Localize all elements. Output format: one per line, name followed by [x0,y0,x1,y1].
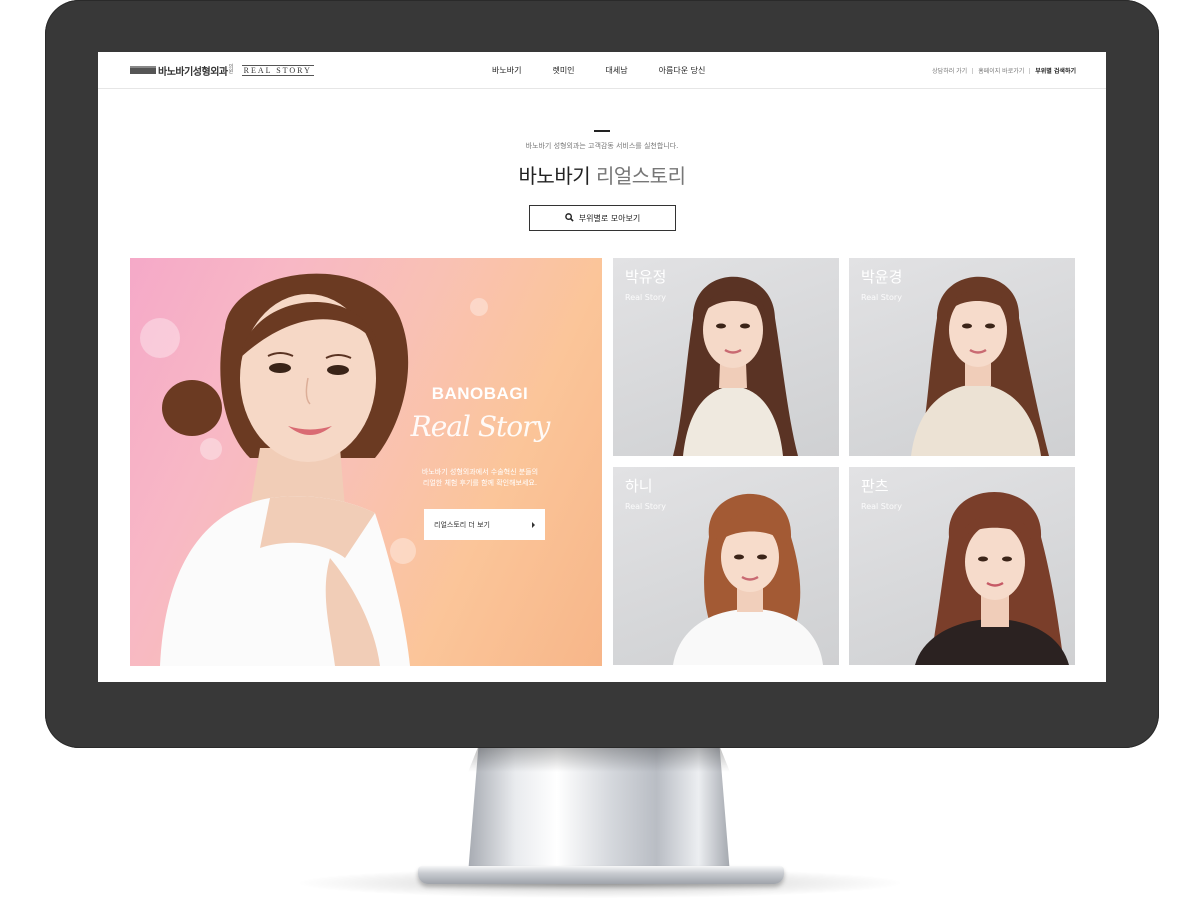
util-homepage-link[interactable]: 홈페이지 바로가기 [978,66,1024,75]
story-card-parkyungyeong[interactable]: 박윤경 Real Story [849,258,1075,456]
logo-mark-icon [130,66,156,74]
hero-brand: BANOBAGI [431,384,529,403]
story-card-photo [915,492,1069,665]
monitor-screen: 바노바기성형외과 의원 REAL STORY 바노바기 렛미인 대세남 아름다운… [98,52,1106,682]
hero-bokeh [140,318,180,358]
story-card-name: 하니 [625,477,653,495]
util-divider [1029,67,1031,74]
arrow-right-icon [532,521,535,528]
logo-text: 바노바기성형외과 [158,66,228,78]
story-card-tag: Real Story [625,502,666,511]
story-card-photo [673,276,798,456]
site-header: 바노바기성형외과 의원 REAL STORY 바노바기 렛미인 대세남 아름다운… [98,52,1106,89]
hero-script-title: Real Story [410,410,551,443]
intro-subtitle: 바노바기 성형외과는 고객감동 서비스를 실천합니다. [525,142,679,150]
hero-model-photo [160,273,410,666]
nav-item-banobagi[interactable]: 바노바기 [492,65,521,76]
story-card-tag: Real Story [625,293,666,302]
story-card-photo [911,276,1049,456]
story-card-tag: Real Story [861,293,902,302]
util-divider [972,67,974,74]
util-search-link[interactable]: 부위별 검색하기 [1035,66,1076,75]
collect-by-area-button[interactable]: 부위별로 모아보기 [529,205,676,231]
hero-bokeh [200,438,222,460]
story-card-name: 박유정 [625,268,667,286]
story-card-pancheu[interactable]: 판츠 Real Story [849,467,1075,665]
more-real-story-label: 리얼스토리 더 보기 [434,520,490,529]
collect-button-label: 부위별로 모아보기 [578,213,641,223]
page-title-bold: 바노바기 [518,164,591,188]
story-card-name: 박윤경 [861,268,903,286]
site-logo[interactable]: 바노바기성형외과 의원 REAL STORY [130,63,314,78]
util-consult-link[interactable]: 상담하러 가기 [932,66,967,75]
hero-desc-line1: 바노바기 성형외과에서 수술혁신 분들의 [421,468,539,476]
intro-accent-bar [594,130,610,132]
nav-item-letmein[interactable]: 렛미인 [552,65,574,76]
story-card-parkyujeong[interactable]: 박유정 Real Story [613,258,839,456]
story-card-photo [673,493,823,665]
logo-sub: 의원 [228,64,234,75]
story-card-tag: Real Story [861,502,902,511]
logo-realstory: REAL STORY [241,64,314,76]
story-card-name: 판츠 [861,477,889,495]
page-title-light: 리얼스토리 [595,164,686,188]
hero-bokeh [390,538,416,564]
main-nav: 바노바기 렛미인 대세남 아름다운 당신 [492,65,705,76]
nav-item-beautiful-you[interactable]: 아름다운 당신 [659,65,706,76]
hero-desc-line2: 리얼한 체험 후기를 함께 확인해보세요. [422,479,538,487]
more-real-story-button[interactable]: 리얼스토리 더 보기 [424,509,545,540]
monitor-base [418,866,784,884]
nav-item-daesenam[interactable]: 대세남 [606,65,628,76]
hero-banner: BANOBAGI Real Story 바노바기 성형외과에서 수술혁신 분들의… [130,258,602,666]
hero-bokeh [470,298,488,316]
search-icon [564,212,574,224]
utility-links: 상담하러 가기 홈페이지 바로가기 부위별 검색하기 [932,66,1076,75]
hero-description: 바노바기 성형외과에서 수술혁신 분들의 리얼한 체험 후기를 함께 확인해보세… [400,467,560,489]
monitor-stand-shade [468,746,730,772]
page-title: 바노바기 리얼스토리 [98,160,1106,189]
story-card-hani[interactable]: 하니 Real Story [613,467,839,665]
